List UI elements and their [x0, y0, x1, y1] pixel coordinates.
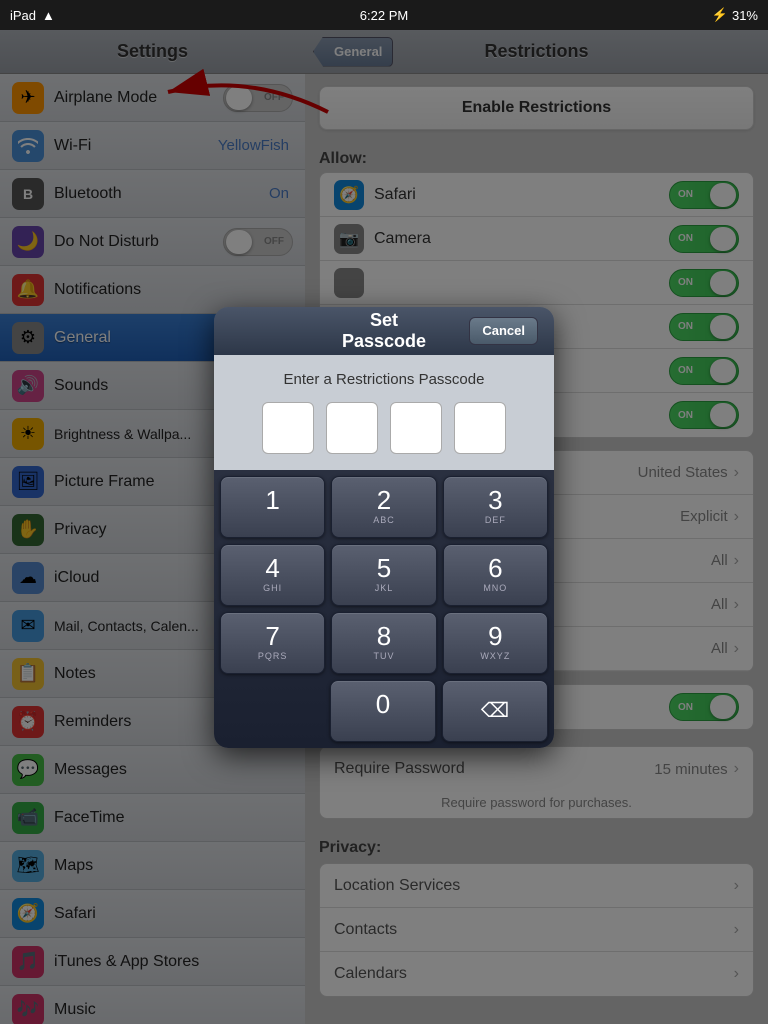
keypad: 1 2 ABC 3 DEF 4 GHI 5 J	[214, 470, 554, 748]
key-7-letters: PQRS	[258, 651, 288, 663]
modal-body: Enter a Restrictions Passcode	[214, 355, 554, 470]
delete-icon: ⌫	[481, 698, 509, 723]
passcode-field-1[interactable]	[262, 402, 314, 454]
cancel-label: Cancel	[482, 323, 525, 338]
key-empty	[220, 680, 324, 742]
passcode-fields	[230, 402, 538, 454]
key-delete[interactable]: ⌫	[442, 680, 548, 742]
key-3-letters: DEF	[485, 515, 506, 527]
key-1[interactable]: 1	[220, 476, 325, 538]
key-5-num: 5	[377, 555, 391, 581]
key-2-num: 2	[377, 487, 391, 513]
modal-cancel-button[interactable]: Cancel	[469, 317, 538, 345]
key-2[interactable]: 2 ABC	[331, 476, 436, 538]
key-8[interactable]: 8 TUV	[331, 612, 436, 674]
key-6[interactable]: 6 MNO	[443, 544, 548, 606]
key-7-num: 7	[265, 623, 279, 649]
key-6-num: 6	[488, 555, 502, 581]
keypad-row-2: 4 GHI 5 JKL 6 MNO	[220, 544, 548, 606]
passcode-modal: Set Passcode Cancel Enter a Restrictions…	[214, 307, 554, 748]
key-3[interactable]: 3 DEF	[443, 476, 548, 538]
key-4[interactable]: 4 GHI	[220, 544, 325, 606]
status-bar: iPad ▲ 6:22 PM ⚡ 31%	[0, 0, 768, 30]
key-8-letters: TUV	[373, 651, 394, 663]
key-5[interactable]: 5 JKL	[331, 544, 436, 606]
keypad-row-3: 7 PQRS 8 TUV 9 WXYZ	[220, 612, 548, 674]
modal-overlay: Set Passcode Cancel Enter a Restrictions…	[0, 30, 768, 1024]
key-5-letters: JKL	[375, 583, 394, 595]
key-4-letters: GHI	[263, 583, 282, 595]
bluetooth-icon: ⚡	[712, 7, 728, 23]
passcode-field-4[interactable]	[454, 402, 506, 454]
device-label: iPad	[10, 8, 36, 23]
battery-level: 31%	[732, 8, 758, 23]
key-0-num: 0	[376, 691, 390, 717]
passcode-field-3[interactable]	[390, 402, 442, 454]
wifi-icon: ▲	[42, 8, 55, 23]
modal-title: Set Passcode	[333, 310, 436, 352]
key-0[interactable]: 0	[330, 680, 436, 742]
time-display: 6:22 PM	[360, 8, 408, 23]
key-8-num: 8	[377, 623, 391, 649]
modal-header: Set Passcode Cancel	[214, 307, 554, 355]
key-9-num: 9	[488, 623, 502, 649]
key-6-letters: MNO	[483, 583, 507, 595]
key-7[interactable]: 7 PQRS	[220, 612, 325, 674]
key-9-letters: WXYZ	[480, 651, 510, 663]
key-9[interactable]: 9 WXYZ	[443, 612, 548, 674]
key-2-letters: ABC	[373, 515, 395, 527]
key-3-num: 3	[488, 487, 502, 513]
keypad-row-1: 1 2 ABC 3 DEF	[220, 476, 548, 538]
passcode-prompt: Enter a Restrictions Passcode	[230, 371, 538, 388]
keypad-row-4: 0 ⌫	[220, 680, 548, 742]
key-4-num: 4	[265, 555, 279, 581]
passcode-field-2[interactable]	[326, 402, 378, 454]
key-1-num: 1	[265, 487, 279, 513]
